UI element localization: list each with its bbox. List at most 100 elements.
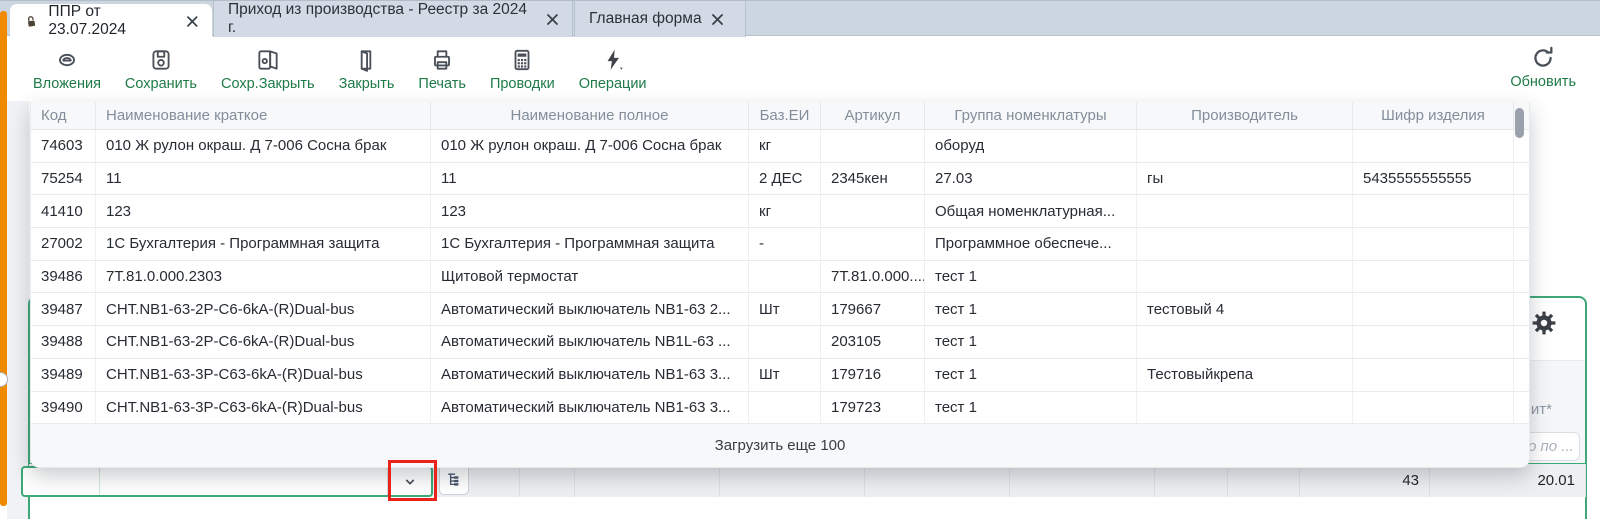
close-icon[interactable] <box>187 16 198 27</box>
table-row[interactable]: 39487CHT.NB1-63-2P-C6-6kA-(R)Dual-busАвт… <box>31 293 1529 326</box>
table-row[interactable]: 270021С Бухгалтерия - Программная защита… <box>31 228 1529 261</box>
table-cell: CHT.NB1-63-3P-C63-6kA-(R)Dual-bus <box>96 359 431 391</box>
save-button[interactable]: Сохранить <box>125 47 197 92</box>
editing-row-cell[interactable] <box>1228 464 1300 497</box>
refresh-icon <box>1530 45 1556 71</box>
save-close-icon <box>255 47 281 73</box>
table-cell: 39487 <box>31 293 96 325</box>
close-button[interactable]: Закрыть <box>339 47 395 92</box>
table-row[interactable]: 394867Т.81.0.000.2303Щитовой термостат7Т… <box>31 261 1529 294</box>
table-row[interactable]: 39490CHT.NB1-63-3P-C63-6kA-(R)Dual-busАв… <box>31 392 1529 425</box>
editing-row-cell[interactable] <box>470 464 520 497</box>
close-icon[interactable] <box>547 14 558 25</box>
table-row[interactable]: 41410123123кгОбщая номенклатурная... <box>31 195 1529 228</box>
table-cell: тест 1 <box>925 261 1137 293</box>
column-header[interactable]: Производитель <box>1137 102 1353 129</box>
table-cell: 41410 <box>31 195 96 227</box>
table-cell <box>821 195 925 227</box>
table-cell: 179667 <box>821 293 925 325</box>
button-label: Операции <box>579 76 647 92</box>
postings-button[interactable]: Проводки <box>490 47 555 92</box>
editing-row-cell[interactable] <box>720 464 865 497</box>
table-cell: 27.03 <box>925 163 1137 195</box>
table-cell <box>749 326 821 358</box>
dropdown-button[interactable] <box>387 468 431 495</box>
column-header[interactable]: Наименование краткое <box>96 102 431 129</box>
table-cell <box>1353 326 1514 358</box>
left-gutter <box>7 101 29 519</box>
table-cell: 7Т.81.0.000.2303 <box>96 261 431 293</box>
editing-row-cell[interactable]: 43 <box>1300 464 1430 497</box>
door-icon <box>353 47 379 73</box>
hierarchy-select-button[interactable] <box>439 464 469 495</box>
table-cell <box>749 261 821 293</box>
table-cell: оборуд <box>925 130 1137 162</box>
table-row[interactable]: 7525411112 ДЕС2345кен27.03гы543555555555… <box>31 163 1529 196</box>
nomenclature-dropdown-popup: КодНаименование краткоеНаименование полн… <box>30 102 1530 468</box>
tab-prihod-registry[interactable]: Приход из производства - Реестр за 2024 … <box>213 1 573 37</box>
column-header[interactable]: Шифр изделия <box>1353 102 1514 129</box>
scrollbar-thumb[interactable] <box>1515 108 1524 138</box>
save-close-button[interactable]: Сохр.Закрыть <box>221 47 315 92</box>
table-cell: 39486 <box>31 261 96 293</box>
table-cell <box>1353 130 1514 162</box>
table-row[interactable]: 39489CHT.NB1-63-3P-C63-6kA-(R)Dual-busАв… <box>31 359 1529 392</box>
table-cell: 11 <box>96 163 431 195</box>
operations-button[interactable]: Операции <box>579 47 647 92</box>
editing-row-cell[interactable] <box>865 464 1010 497</box>
application-window: ППР от 23.07.2024 Приход из производства… <box>0 0 1600 519</box>
attachments-button[interactable]: Вложения <box>33 47 101 92</box>
table-cell <box>1137 261 1353 293</box>
table-cell: 010 Ж рулон окраш. Д 7-006 Сосна брак <box>96 130 431 162</box>
column-header[interactable]: Группа номенклатуры <box>925 102 1137 129</box>
chevron-down-icon <box>402 474 418 490</box>
button-label: Обновить <box>1510 74 1576 90</box>
table-cell: - <box>749 228 821 260</box>
print-button[interactable]: Печать <box>418 47 466 92</box>
table-cell: Автоматический выключатель NB1-63 3... <box>431 359 749 391</box>
table-cell <box>1353 359 1514 391</box>
tab-main-form[interactable]: Главная форма <box>574 1 746 37</box>
table-cell: 1С Бухгалтерия - Программная защита <box>431 228 749 260</box>
table-cell: Общая номенклатурная... <box>925 195 1137 227</box>
table-cell: 179716 <box>821 359 925 391</box>
tab-label: Приход из производства - Реестр за 2024 … <box>228 1 537 37</box>
button-label: Сохранить <box>125 76 197 92</box>
close-icon[interactable] <box>712 14 723 25</box>
save-icon <box>148 47 174 73</box>
table-cell: кг <box>749 195 821 227</box>
table-cell <box>1353 195 1514 227</box>
name-segment[interactable] <box>100 468 387 495</box>
refresh-button[interactable]: Обновить <box>1510 45 1576 90</box>
table-cell: 39490 <box>31 392 96 424</box>
side-panel-strip[interactable] <box>0 11 7 506</box>
tab-ppr-document[interactable]: ППР от 23.07.2024 <box>10 4 212 38</box>
editing-row-cell[interactable] <box>1010 464 1155 497</box>
column-header[interactable]: Наименование полное <box>431 102 749 129</box>
table-cell: 39488 <box>31 326 96 358</box>
credit-field-label: ит* <box>1531 401 1552 418</box>
button-label: Печать <box>418 76 466 92</box>
code-segment[interactable] <box>23 468 100 495</box>
table-cell: Автоматический выключатель NB1L-63 ... <box>431 326 749 358</box>
gear-icon[interactable] <box>1531 310 1557 336</box>
table-cell <box>1137 392 1353 424</box>
editing-row-cell[interactable] <box>1155 464 1228 497</box>
editing-row-cell[interactable]: 20.01 <box>1430 464 1586 497</box>
table-row[interactable]: 74603010 Ж рулон окраш. Д 7-006 Сосна бр… <box>31 130 1529 163</box>
nomenclature-input[interactable] <box>21 466 433 497</box>
table-row[interactable]: 39488CHT.NB1-63-2P-C6-6kA-(R)Dual-busАвт… <box>31 326 1529 359</box>
editing-row-cell[interactable] <box>575 464 720 497</box>
table-cell: Автоматический выключатель NB1-63 2... <box>431 293 749 325</box>
column-header[interactable]: Артикул <box>821 102 925 129</box>
lightning-icon <box>600 47 626 73</box>
column-header[interactable]: Код <box>31 102 96 129</box>
editing-row-cell[interactable] <box>520 464 575 497</box>
column-header[interactable]: Баз.ЕИ <box>749 102 821 129</box>
calculator-icon <box>509 47 535 73</box>
padlock-icon <box>24 14 38 29</box>
load-more-button[interactable]: Загрузить еще 100 <box>31 424 1529 467</box>
table-cell: Шт <box>749 293 821 325</box>
table-cell: Шт <box>749 359 821 391</box>
table-cell: 2345кен <box>821 163 925 195</box>
